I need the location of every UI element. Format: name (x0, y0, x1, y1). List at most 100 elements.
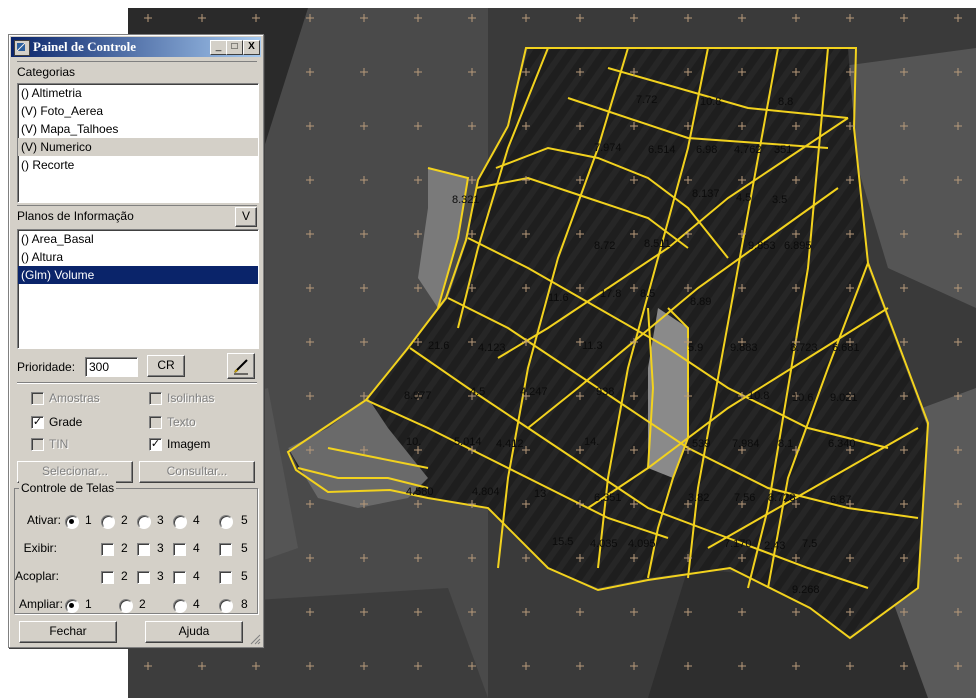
parcel-value-label: 10.8 (748, 390, 770, 402)
parcel-value-label: 4.035 (590, 538, 618, 550)
parcel-value-label: 2.43 (764, 540, 786, 552)
control-panel-window: Painel de Controle _ □ X Categorias () A… (8, 34, 264, 648)
planos-v-button[interactable]: V (235, 207, 257, 227)
list-item[interactable]: () Area_Basal (18, 230, 258, 248)
parcel-value-label: 7.984 (732, 438, 760, 450)
ampliar-label: Ampliar: (18, 597, 63, 611)
ativar-option-label: 2 (121, 513, 128, 527)
ativar-label: Ativar: (26, 513, 61, 527)
parcel-value-label: 6.681 (832, 342, 860, 354)
parcel-value-label: 8.723 (790, 342, 818, 354)
parcel-value-label: 21.6 (428, 340, 450, 352)
ativar-radio-1[interactable] (65, 515, 79, 529)
list-item-selected[interactable]: (V) Numerico (18, 138, 258, 156)
parcel-value-label: 9.268 (792, 584, 820, 596)
exibir-checkbox-4[interactable] (173, 543, 186, 556)
consultar-button[interactable]: Consultar... (139, 461, 255, 483)
exibir-option-label: 3 (157, 541, 164, 555)
exibir-checkbox-5[interactable] (219, 543, 232, 556)
parcel-value-label: 11.6 (548, 292, 569, 304)
parcel-value-label: 8.321 (452, 194, 480, 206)
acoplar-checkbox-5[interactable] (219, 571, 232, 584)
list-item[interactable]: () Altura (18, 248, 258, 266)
amostras-label: Amostras (49, 391, 100, 405)
close-button[interactable]: X (243, 40, 260, 55)
list-item-selected[interactable]: (Glm) Volume (18, 266, 258, 284)
parcel-value-label: 5.9 (688, 342, 704, 354)
parcel-value-label: 10.6 (792, 392, 814, 404)
pencil-color-icon (234, 359, 248, 375)
acoplar-option-label: 5 (241, 569, 248, 583)
minimize-button[interactable]: _ (210, 40, 227, 55)
title-bar[interactable]: Painel de Controle _ □ X (11, 37, 261, 57)
parcel-value-label: 6.87 (830, 494, 852, 506)
prioridade-input[interactable]: 300 (85, 357, 138, 377)
ativar-radio-5[interactable] (219, 515, 233, 529)
parcel-value-label: 4.580 (406, 486, 434, 498)
tin-label: TIN (49, 437, 69, 451)
parcel-value-label: 5.014 (454, 436, 482, 448)
ampliar-radio-8[interactable] (219, 599, 233, 613)
planos-label: Planos de Informação (17, 209, 134, 223)
checkbox-box (149, 392, 162, 405)
parcel-value-label: 4.123 (478, 342, 506, 354)
parcel-value-label: 4.762 (734, 144, 762, 156)
list-item[interactable]: (V) Foto_Aerea (18, 102, 258, 120)
parcel-value-label: 8.511 (644, 238, 671, 250)
parcel-value-label: 3.5 (772, 194, 788, 206)
parcel-value-label: 17.8 (600, 288, 622, 300)
ajuda-button[interactable]: Ajuda (145, 621, 243, 643)
ativar-radio-2[interactable] (101, 515, 115, 529)
resize-grip-icon[interactable] (249, 633, 261, 645)
exibir-label: Exibir: (23, 541, 57, 555)
exibir-option-label: 4 (193, 541, 200, 555)
acoplar-checkbox-4[interactable] (173, 571, 186, 584)
maximize-button[interactable]: □ (226, 40, 243, 55)
parcel-value-label: 14. (584, 436, 600, 448)
ampliar-radio-2[interactable] (119, 599, 133, 613)
parcel-value-label: 3.82 (688, 492, 710, 504)
ativar-option-label: 3 (157, 513, 164, 527)
fechar-button[interactable]: Fechar (19, 621, 117, 643)
acoplar-option-label: 3 (157, 569, 164, 583)
parcel-value-label: 8.1 (778, 438, 794, 450)
parcel-value-label: 4.5 (736, 192, 752, 204)
ativar-option-label: 1 (85, 513, 92, 527)
texto-label: Texto (167, 415, 196, 429)
parcel-value-label: 9.883 (730, 342, 758, 354)
parcel-value-label: 6.340 (828, 438, 856, 450)
exibir-option-label: 2 (121, 541, 128, 555)
parcel-value-label: 938 (596, 386, 615, 398)
ativar-radio-4[interactable] (173, 515, 187, 529)
parcel-value-label: 8.8 (778, 96, 794, 108)
parcel-value-label: 7.56 (734, 492, 756, 504)
categorias-list[interactable]: () Altimetria (V) Foto_Aerea (V) Mapa_Ta… (17, 83, 259, 203)
exibir-option-label: 5 (241, 541, 248, 555)
list-item[interactable]: () Recorte (18, 156, 258, 174)
parcel-value-label: 8.5 (640, 288, 656, 300)
ampliar-radio-4[interactable] (173, 599, 187, 613)
color-button[interactable] (227, 353, 255, 379)
acoplar-checkbox-3[interactable] (137, 571, 150, 584)
acoplar-checkbox-2[interactable] (101, 571, 114, 584)
exibir-checkbox-2[interactable] (101, 543, 114, 556)
parcel-value-label: 10. (406, 436, 422, 448)
ampliar-option-label: 1 (85, 597, 92, 611)
grade-label: Grade (49, 415, 83, 429)
checkbox-box (31, 438, 44, 451)
parcel-value-label: 351 (774, 144, 793, 156)
planos-list[interactable]: () Area_Basal () Altura (Glm) Volume (17, 229, 259, 349)
separator (17, 382, 257, 383)
parcel-value-label: 8.89 (690, 296, 712, 308)
list-item[interactable]: () Altimetria (18, 84, 258, 102)
parcel-value-label: 4.247 (520, 386, 548, 398)
selecionar-button[interactable]: Selecionar... (17, 461, 133, 483)
checkbox-box (31, 392, 44, 405)
ativar-radio-3[interactable] (137, 515, 151, 529)
exibir-checkbox-3[interactable] (137, 543, 150, 556)
acoplar-option-label: 2 (121, 569, 128, 583)
parcel-value-label: 7.170 (724, 538, 752, 550)
list-item[interactable]: (V) Mapa_Talhoes (18, 120, 258, 138)
ampliar-radio-1[interactable] (65, 599, 79, 613)
cr-button[interactable]: CR (147, 355, 185, 377)
